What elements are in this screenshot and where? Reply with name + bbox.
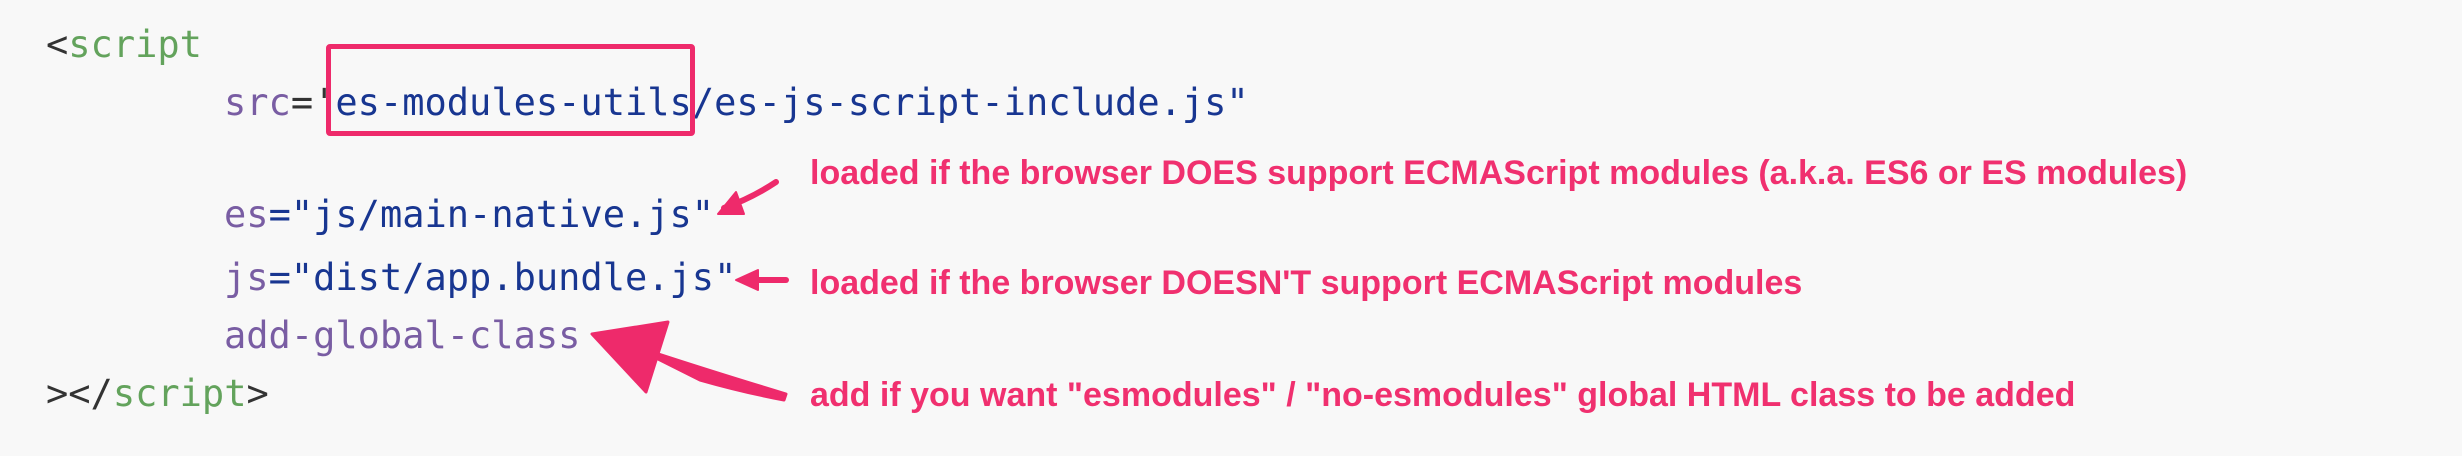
flag-arrowhead-icon [590, 320, 670, 394]
annotation-arrows [590, 179, 789, 402]
es-arrowhead-icon [717, 191, 745, 215]
js-arrowhead-icon [735, 269, 759, 291]
